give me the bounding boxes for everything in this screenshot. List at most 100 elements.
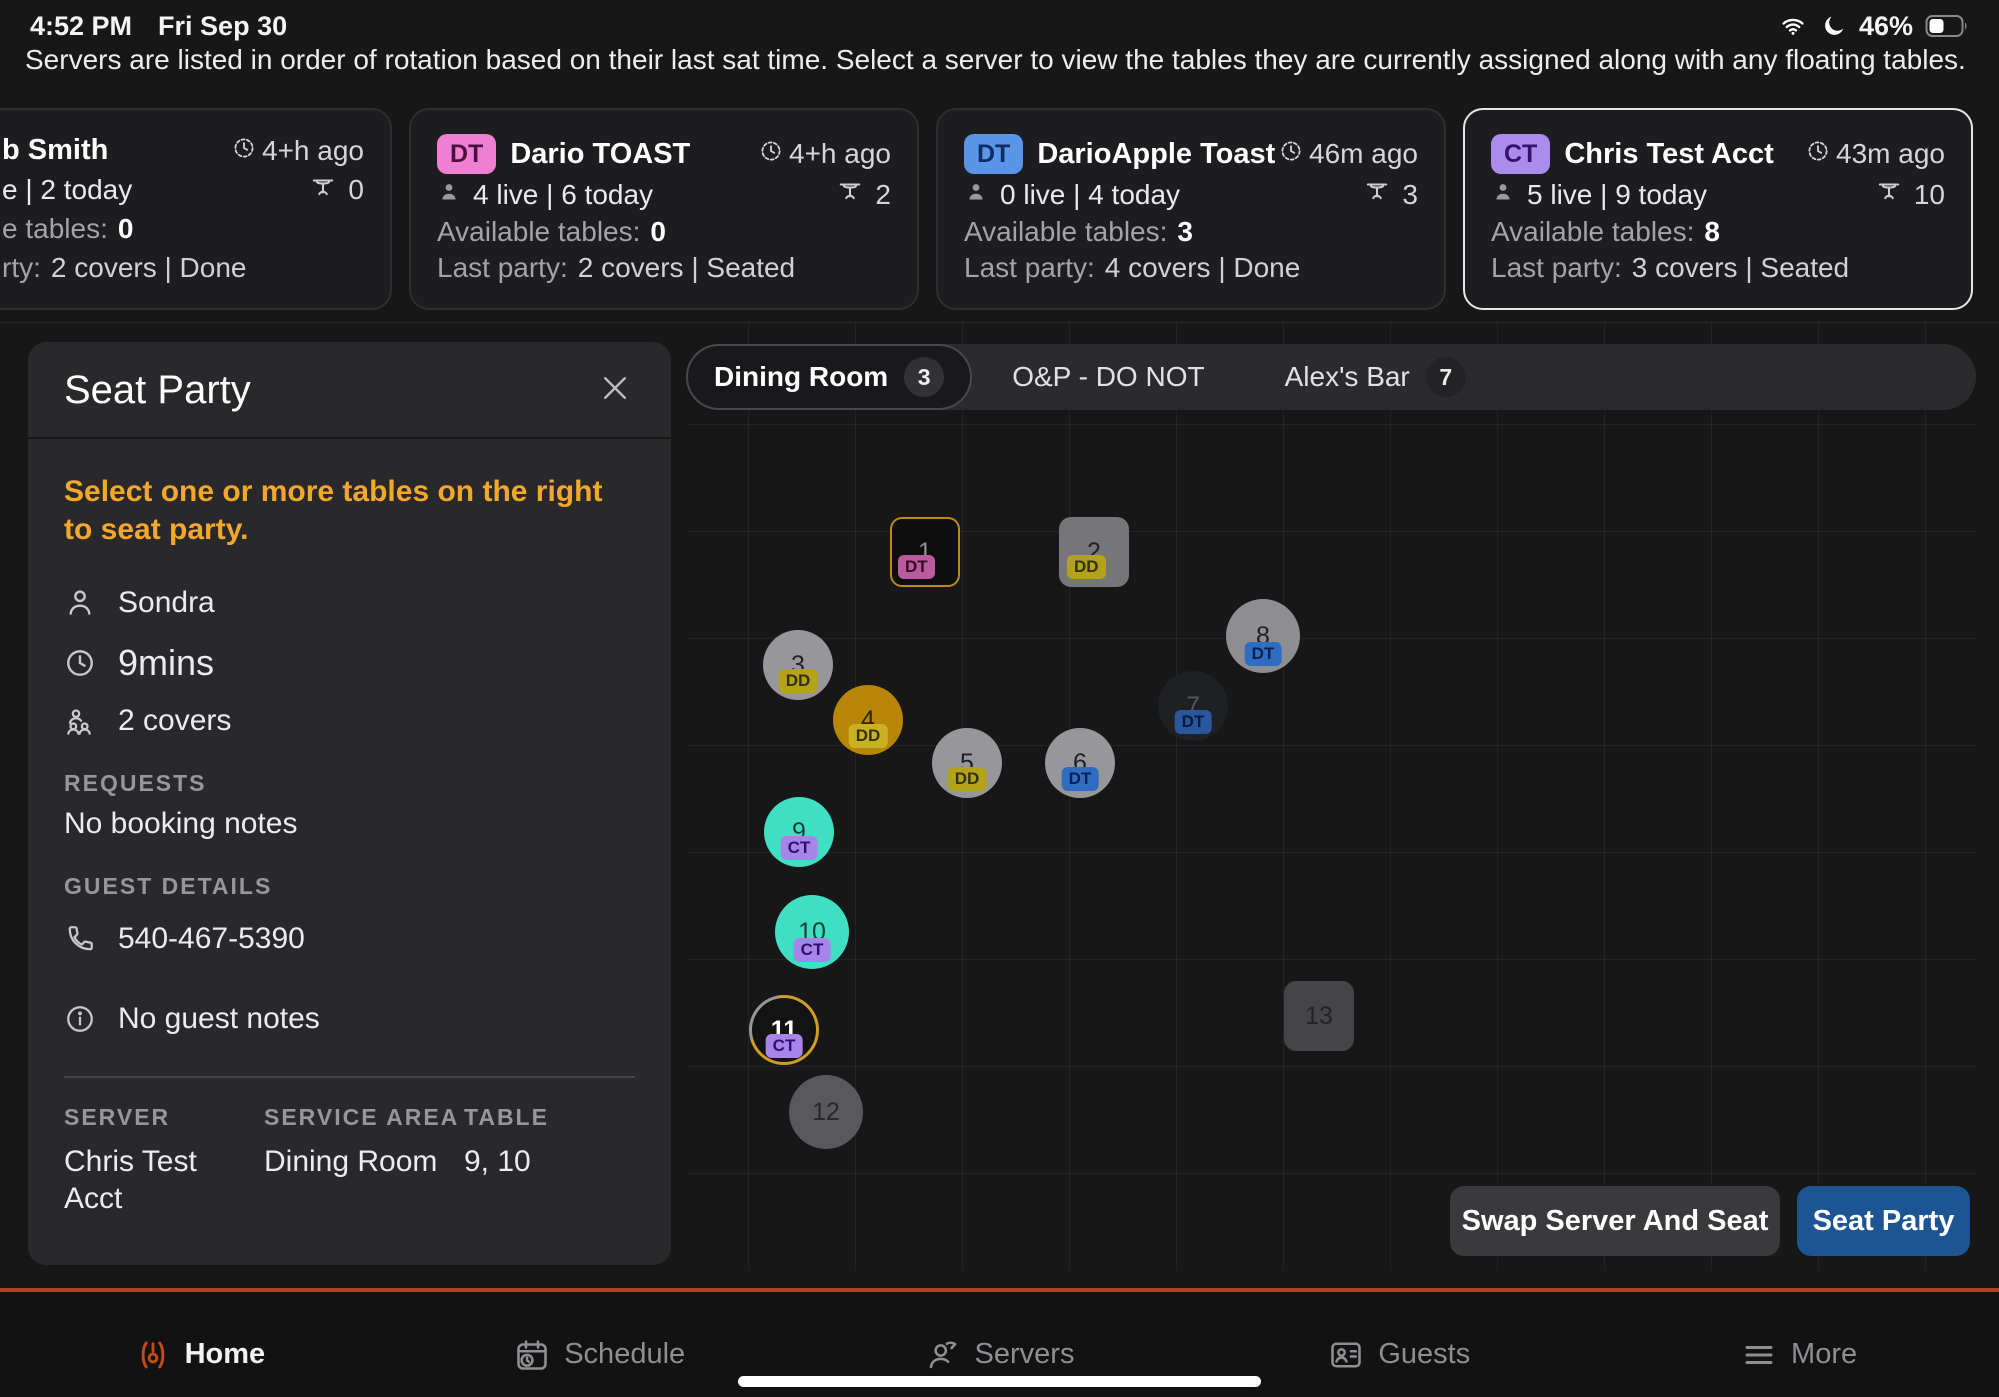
last-party-label: Last party: [964, 252, 1095, 283]
clock-outline-icon [64, 647, 96, 679]
home-indicator[interactable] [738, 1376, 1261, 1387]
more-icon [1741, 1337, 1777, 1373]
nav-label: More [1791, 1338, 1857, 1371]
covers-icon [64, 705, 96, 737]
status-bar: 4:52 PM Fri Sep 30 46% [0, 0, 1999, 42]
nav-more[interactable]: More [1599, 1312, 1999, 1397]
person-icon [964, 179, 988, 211]
table-10[interactable]: 10CT [775, 895, 849, 969]
tab-count-badge: 3 [904, 357, 944, 397]
guest-notes-row: No guest notes [64, 1002, 635, 1036]
tab-dining-room[interactable]: Dining Room 3 [686, 344, 972, 410]
battery-percent: 46% [1859, 11, 1913, 42]
available-tables-label: Available tables: [437, 216, 640, 247]
server-name: Chris Test Acct [1564, 138, 1774, 171]
table-6-server-badge: DT [1062, 767, 1099, 791]
table-10-server-badge: CT [794, 938, 831, 962]
table-9[interactable]: 9CT [764, 797, 834, 867]
table-1-server-badge: DT [898, 555, 935, 579]
assigned-tables-count: 10 [1914, 179, 1945, 211]
available-tables-value: 8 [1704, 216, 1720, 247]
guest-phone-row[interactable]: 540-467-5390 [64, 922, 635, 956]
server-card-chris-test-acct[interactable]: CT Chris Test Acct 43m ago 5 live | 9 to… [1463, 108, 1973, 310]
table-12[interactable]: 12 [789, 1075, 863, 1149]
person-icon [1491, 179, 1515, 211]
service-area-column-label: SERVICE AREA [264, 1104, 464, 1131]
table-9-server-badge: CT [781, 836, 818, 860]
live-today-counts: 4 live | 6 today [473, 179, 653, 211]
server-cards-row: b Smith 4+h ago e | 2 today 0 e tables:0… [0, 108, 1973, 310]
table-4[interactable]: 4DD [833, 685, 903, 755]
server-card-smith[interactable]: b Smith 4+h ago e | 2 today 0 e tables:0… [0, 108, 392, 310]
tab-label: O&P - DO NOT [1012, 361, 1204, 393]
table-8[interactable]: 8DT [1226, 599, 1300, 673]
table-7[interactable]: 7DT [1158, 671, 1228, 741]
server-card-darioapple-toast[interactable]: DT DarioApple Toast 46m ago 0 live | 4 t… [936, 108, 1446, 310]
home-icon [135, 1337, 171, 1373]
server-initials-badge: CT [1491, 134, 1550, 174]
last-party-value: 4 covers | Done [1105, 252, 1301, 283]
table-8-server-badge: DT [1245, 642, 1282, 666]
close-icon[interactable] [597, 370, 633, 411]
rotation-instruction: Servers are listed in order of rotation … [25, 44, 1974, 76]
phone-icon [64, 923, 96, 955]
clock-icon [759, 138, 783, 170]
dnd-moon-icon [1821, 13, 1847, 39]
table-icon [1362, 178, 1392, 211]
table-11[interactable]: 11CT [749, 995, 819, 1065]
table-column-value: 9, 10 [464, 1143, 635, 1181]
live-today-counts: 0 live | 4 today [1000, 179, 1180, 211]
table-11-server-badge: CT [766, 1034, 803, 1058]
nav-home[interactable]: Home [0, 1312, 400, 1397]
available-tables-value: 0 [650, 216, 666, 247]
last-party-value: 3 covers | Seated [1632, 252, 1849, 283]
nav-label: Schedule [564, 1338, 685, 1371]
seat-party-panel: Seat Party Select one or more tables on … [28, 342, 671, 1265]
table-6[interactable]: 6DT [1045, 728, 1115, 798]
server-initials-badge: DT [437, 134, 496, 174]
schedule-icon [514, 1337, 550, 1373]
seat-party-button[interactable]: Seat Party [1797, 1186, 1970, 1256]
panel-divider [64, 1076, 635, 1078]
table-icon [308, 174, 338, 207]
server-name: DarioApple Toast [1037, 138, 1275, 171]
table-12-number: 12 [812, 1098, 840, 1127]
table-1[interactable]: 1DT [890, 517, 960, 587]
requests-value: No booking notes [64, 807, 635, 841]
last-party-label: rty: [2, 252, 41, 283]
nav-label: Home [185, 1338, 266, 1371]
tab-alexs-bar[interactable]: Alex's Bar 7 [1245, 344, 1506, 410]
status-time: 4:52 PM [30, 11, 132, 42]
table-7-server-badge: DT [1175, 710, 1212, 734]
clock-icon [1279, 138, 1303, 170]
last-sat-time: 43m ago [1836, 138, 1945, 170]
table-2-server-badge: DD [1067, 555, 1106, 579]
server-card-dario-toast[interactable]: DT Dario TOAST 4+h ago 4 live | 6 today … [409, 108, 919, 310]
swap-server-and-seat-button[interactable]: Swap Server And Seat [1450, 1186, 1780, 1256]
server-column-label: SERVER [64, 1104, 264, 1131]
last-sat-time: 46m ago [1309, 138, 1418, 170]
clock-icon [232, 135, 256, 167]
live-today-counts: 5 live | 9 today [1527, 179, 1707, 211]
wait-time: 9mins [118, 642, 214, 684]
table-13-number: 13 [1305, 1002, 1333, 1031]
table-13[interactable]: 13 [1284, 981, 1354, 1051]
table-3-server-badge: DD [779, 669, 818, 693]
battery-icon [1925, 14, 1969, 38]
wifi-icon [1777, 14, 1809, 38]
select-tables-message: Select one or more tables on the right t… [64, 473, 609, 550]
info-icon [64, 1003, 96, 1035]
table-icon [1874, 178, 1904, 211]
panel-title: Seat Party [64, 368, 251, 413]
tab-label: Alex's Bar [1285, 361, 1410, 393]
last-party-value: 2 covers | Seated [578, 252, 795, 283]
table-5[interactable]: 5DD [932, 728, 1002, 798]
table-2[interactable]: 2DD [1059, 517, 1129, 587]
table-3[interactable]: 3DD [763, 630, 833, 700]
covers-row: 2 covers [64, 704, 635, 738]
available-tables-value: 3 [1177, 216, 1193, 247]
available-tables-label: e tables: [2, 213, 108, 244]
guest-name: Sondra [118, 586, 215, 620]
tab-op-do-not[interactable]: O&P - DO NOT [972, 344, 1244, 410]
guest-notes: No guest notes [118, 1002, 320, 1036]
